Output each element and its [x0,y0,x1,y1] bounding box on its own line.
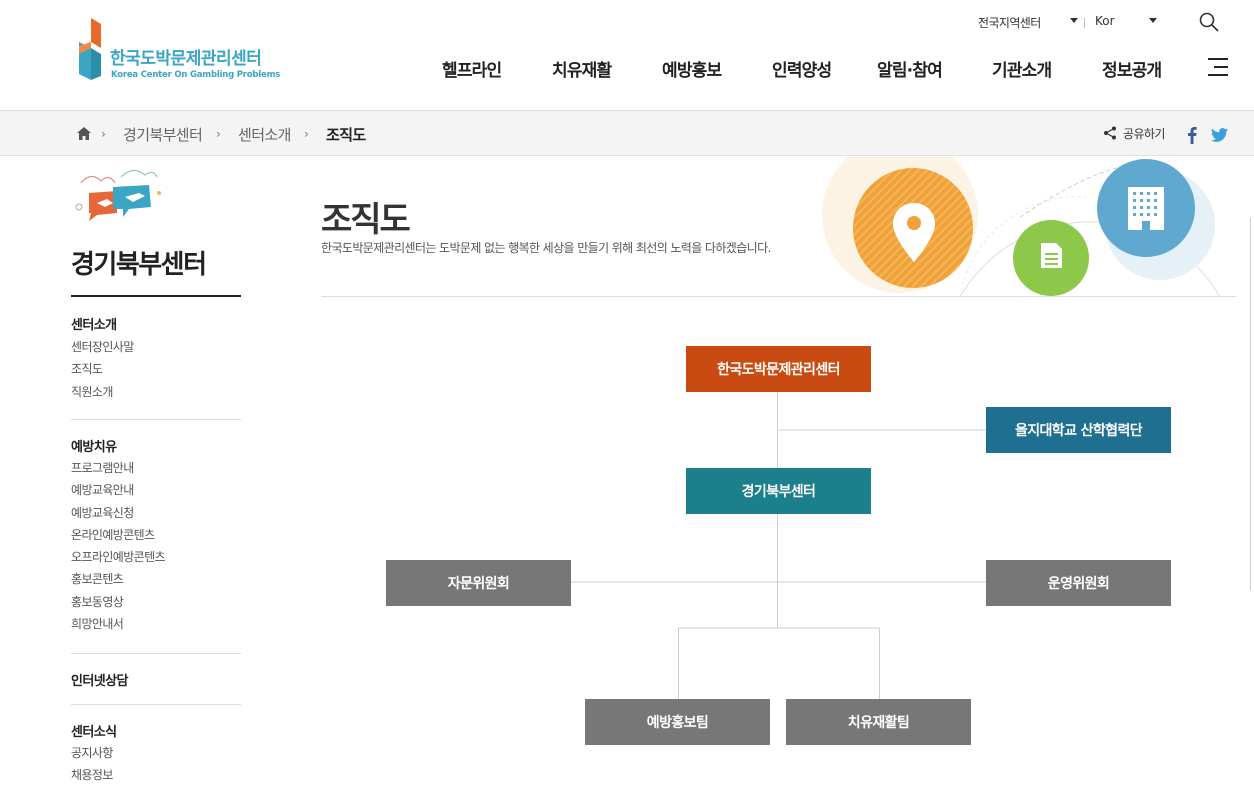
sidebar-group-title[interactable]: 예방치유 [71,436,241,455]
region-select[interactable]: 전국지역센터 [978,14,1078,31]
org-box-steering: 운영위원회 [986,560,1171,606]
sidebar-item-notice[interactable]: 공지사항 [71,742,241,764]
sidebar-item-jobs[interactable]: 채용정보 [71,764,241,786]
sidebar-group-news: 센터소식 공지사항 채용정보 [71,721,241,787]
nav-prevention[interactable]: 예방홍보 [662,56,722,81]
org-box-partner: 을지대학교 산학협력단 [986,407,1171,453]
logo-mark-icon [79,18,101,80]
sidebar-item-offline-content[interactable]: 오프라인예방콘텐츠 [71,546,241,568]
chevron-right-icon: › [216,127,221,141]
org-box-advisory: 자문위원회 [386,560,571,606]
sidebar-item-pr-content[interactable]: 홍보콘텐츠 [71,568,241,590]
search-icon[interactable] [1199,12,1219,32]
sidebar-group-about: 센터소개 센터장인사말 조직도 직원소개 [71,314,241,403]
sidebar-group-counsel: 인터넷상담 [71,670,241,689]
sidebar-item-greeting[interactable]: 센터장인사말 [71,336,241,358]
share-icon [1104,126,1116,140]
breadcrumb-current: 조직도 [326,126,366,144]
home-icon[interactable] [77,127,91,140]
breadcrumb: › 경기북부센터 › 센터소개 › 조직도 공유하기 [0,111,1254,156]
org-box-head: 한국도박문제관리센터 [686,346,871,392]
org-box-team-treatment: 치유재활팀 [786,699,971,745]
chevron-down-icon [1149,18,1157,23]
page-description: 한국도박문제관리센터는 도박문제 없는 행복한 세상을 만들기 위해 최선의 노… [321,241,771,255]
center-illustration-icon [75,169,161,221]
nav-treatment[interactable]: 치유재활 [552,56,612,81]
divider [321,296,1236,297]
sidebar-title: 경기북부센터 [71,250,207,280]
nav-about[interactable]: 기관소개 [992,56,1052,81]
share-label: 공유하기 [1123,127,1165,141]
sidebar-group-title[interactable]: 센터소식 [71,721,241,740]
sidebar-item-edu-info[interactable]: 예방교육안내 [71,479,241,501]
sidebar-group-title[interactable]: 인터넷상담 [71,670,241,689]
sidebar-item-hope-guide[interactable]: 희망안내서 [71,613,241,635]
chevron-right-icon: › [101,127,106,141]
hamburger-menu-icon[interactable] [1208,58,1228,76]
site-logo[interactable]: 한국도박문제관리센터 Korea Center On Gambling Prob… [77,18,281,86]
sidebar-group-title[interactable]: 센터소개 [71,314,241,333]
header-decoration [820,157,1236,297]
twitter-icon[interactable] [1211,128,1228,142]
org-box-center: 경기북부센터 [686,468,871,514]
nav-disclosure[interactable]: 정보공개 [1102,56,1162,81]
site-header: 한국도박문제관리센터 Korea Center On Gambling Prob… [0,0,1254,111]
divider [1084,18,1085,28]
chevron-down-icon [1070,18,1078,23]
sidebar-item-program[interactable]: 프로그램안내 [71,457,241,479]
sidebar-item-pr-video[interactable]: 홍보동영상 [71,591,241,613]
divider [71,704,241,705]
breadcrumb-item[interactable]: 센터소개 [238,124,291,145]
breadcrumb-item[interactable]: 경기북부센터 [123,124,203,145]
scrollbar[interactable] [1250,218,1254,590]
nav-helpline[interactable]: 헬프라인 [442,56,502,81]
sidebar-item-edu-apply[interactable]: 예방교육신청 [71,502,241,524]
language-select[interactable]: Kor [1095,14,1115,28]
sidebar-item-online-content[interactable]: 온라인예방콘텐츠 [71,524,241,546]
divider [71,419,241,420]
org-box-team-prevention: 예방홍보팀 [585,699,770,745]
logo-text-en: Korea Center On Gambling Problems [111,70,281,80]
logo-text-ko: 한국도박문제관리센터 [110,49,262,69]
facebook-icon[interactable] [1187,126,1197,144]
nav-training[interactable]: 인력양성 [772,56,832,81]
sidebar-item-orgchart[interactable]: 조직도 [71,358,241,380]
divider [71,653,241,654]
chevron-right-icon: › [304,127,309,141]
divider [71,295,241,297]
sidebar-item-staff[interactable]: 직원소개 [71,381,241,403]
sidebar-group-prevention: 예방치유 프로그램안내 예방교육안내 예방교육신청 온라인예방콘텐츠 오프라인예… [71,436,241,635]
page-title: 조직도 [321,200,411,240]
nav-notice[interactable]: 알림·참여 [877,56,943,81]
